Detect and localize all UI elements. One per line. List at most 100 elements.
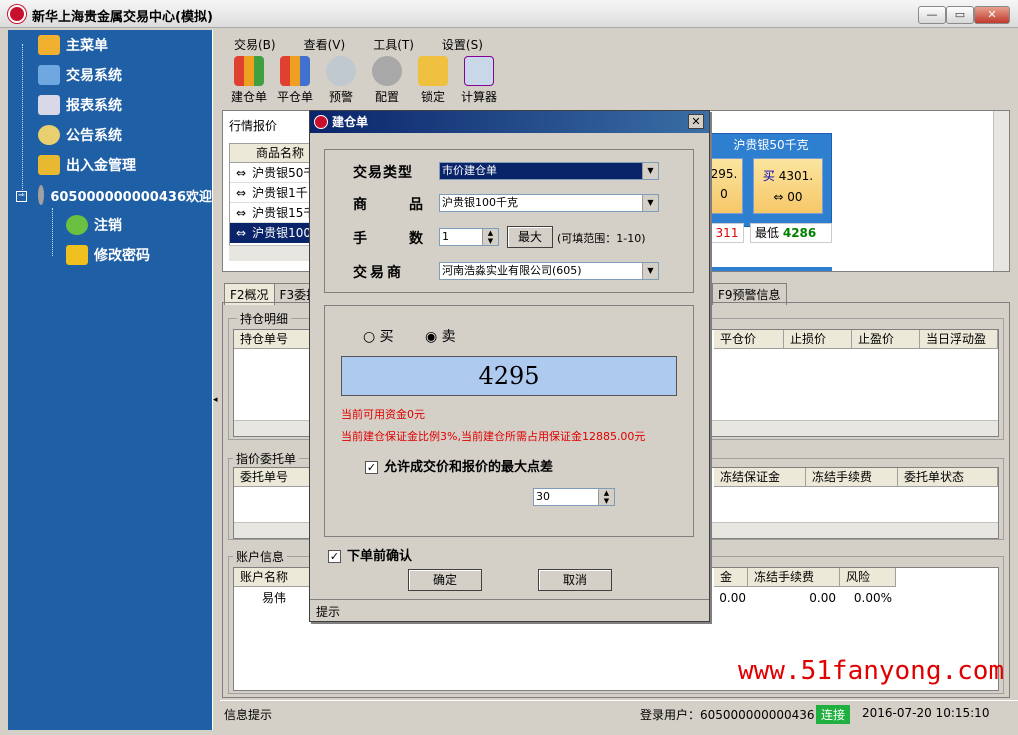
lock-button[interactable]: 锁定 [410,56,456,108]
calculator-button[interactable]: 计算器 [456,56,502,108]
checkbox-checked-icon: ✓ [365,461,378,474]
gear-icon [372,56,402,86]
sidebar-item-account[interactable]: 605000000000436欢迎 [38,182,212,208]
menu-settings[interactable]: 设置(S) [436,36,489,54]
order-params-group: 交易类型 市价建仓单 ▼ 商 品 沪贵银100千克 ▼ 手 数 1 ▲ ▼ 最大 (可填… [324,149,694,293]
bar-chart-add-icon [234,56,264,86]
quote-row[interactable]: ⇔ 沪贵银1千 [230,183,312,203]
holdings-title: 持仓明细 [237,310,292,327]
trade-type-label: 交易类型 [353,165,413,181]
bar-chart-remove-icon [280,56,310,86]
key-icon [66,245,88,265]
chevron-down-icon: ▼ [642,263,658,279]
sidebar-collapse-handle[interactable]: ◂ [212,30,220,730]
title-bar: 新华上海贵金属交易中心(模拟) — ▭ ✕ [0,0,1018,28]
radio-unchecked-icon: ○ [363,329,376,345]
lock-icon [418,56,448,86]
menu-trade[interactable]: 交易(B) [228,36,282,54]
chat-icon [38,125,60,145]
trade-type-select[interactable]: 市价建仓单 ▼ [439,162,659,180]
account-col-header: 金 [714,568,748,587]
status-connection-badge: 连接 [816,705,851,724]
account-cell: 0.00 [809,591,836,605]
account-title: 账户信息 [233,548,288,565]
cancel-button[interactable]: 取消 [538,569,612,591]
account-name-cell: 易伟 [261,591,286,605]
menu-tools[interactable]: 工具(T) [367,36,420,54]
quote-row[interactable]: ⇔ 沪贵银15千 [230,203,312,223]
user-icon [66,215,88,235]
orders-col-header: 冻结保证金 [714,468,806,487]
max-quantity-button[interactable]: 最大 [507,226,553,248]
open-position-button[interactable]: 建仓单 [226,56,272,108]
quote-row-selected[interactable]: ⇔ 沪贵银100 [230,223,312,243]
swap-icon: ⇔ [236,166,247,180]
sidebar-item-logout[interactable]: 注销 [66,212,122,238]
product-label: 商 品 [353,197,437,213]
status-login-user: 登录用户：605000000000436 [640,708,815,722]
alert-button[interactable]: 预警 [318,56,364,108]
price-group: ○ 买 ◉ 卖 4295 当前可用资金0元 当前建仓保证金比例3%,当前建仓所需… [324,305,694,537]
window-title: 新华上海贵金属交易中心(模拟) [32,10,213,25]
config-button[interactable]: 配置 [364,56,410,108]
quantity-label: 手 数 [353,231,437,247]
spinner-icon[interactable]: ▲ ▼ [482,229,498,245]
watermark: www.51fanyong.com [738,656,1005,686]
sell-quote-button[interactable]: 295. 0 [705,158,743,214]
close-button[interactable]: ✕ [974,6,1010,24]
quotes-horizontal-scrollbar[interactable] [229,245,309,261]
close-position-button[interactable]: 平仓单 [272,56,318,108]
available-funds-message: 当前可用资金0元 [341,408,425,421]
collapse-tree-icon[interactable]: − [16,191,27,202]
sidebar-item-trading[interactable]: 交易系统 [38,62,122,88]
holdings-col-header: 平仓价 [714,330,784,349]
chart-icon [38,95,60,115]
buy-quote-button[interactable]: 买 4301. ⇔ 00 [753,158,823,214]
margin-message: 当前建仓保证金比例3%,当前建仓所需占用保证金12885.00元 [341,430,646,443]
product-select[interactable]: 沪贵银100千克 ▼ [439,194,659,212]
cup-icon [38,185,45,205]
home-icon [38,35,60,55]
quote-card: 沪贵银50千克 295. 0 买 4301. ⇔ 00 [705,133,832,227]
account-col-header: 风险 [840,568,896,587]
menu-view[interactable]: 查看(V) [298,36,352,54]
quotes-col-header: 商品名称 [230,144,312,163]
quantity-stepper[interactable]: 1 ▲ ▼ [439,228,499,246]
orders-col-header: 委托单状态 [898,468,998,487]
sidebar-item-main-menu[interactable]: 主菜单 [38,32,108,58]
orders-title: 指价委托单 [233,450,300,467]
quotes-panel-title: 行情报价 [229,119,278,133]
chevron-down-icon: ▼ [642,195,658,211]
sell-radio[interactable]: ◉ 卖 [425,326,456,346]
checkbox-checked-icon: ✓ [328,550,341,563]
quantity-range: (可填范围：1-10) [557,232,646,245]
sidebar-item-reports[interactable]: 报表系统 [38,92,122,118]
account-col-header: 冻结手续费 [748,568,840,587]
confirm-before-order-checkbox[interactable]: ✓ 下单前确认 [328,545,412,564]
allow-spread-checkbox[interactable]: ✓ 允许成交价和报价的最大点差 [365,456,553,475]
dialog-title-bar: 建仓单 ✕ [310,111,709,133]
ok-button[interactable]: 确定 [408,569,482,591]
radio-checked-icon: ◉ [425,329,438,345]
app-logo-icon [8,5,26,23]
sidebar: 主菜单 交易系统 报表系统 公告系统 出入金管理 − 6050000000004… [8,30,212,730]
swap-icon: ⇔ [773,190,784,204]
status-info: 信息提示 [224,708,273,722]
sidebar-item-change-password[interactable]: 修改密码 [66,242,150,268]
account-col-header: 账户名称 [234,568,314,587]
spinner-icon[interactable]: ▲ ▼ [598,489,614,505]
maximize-button[interactable]: ▭ [946,6,974,24]
quote-row[interactable]: ⇔ 沪贵银50千 [230,163,312,183]
sidebar-item-announcements[interactable]: 公告系统 [38,122,122,148]
menu-bar: 交易(B) 查看(V) 工具(T) 设置(S) [228,36,489,54]
dealer-select[interactable]: 河南浩淼实业有限公司(605) ▼ [439,262,659,280]
buy-radio[interactable]: ○ 买 [363,326,394,346]
holdings-col-header: 止损价 [784,330,852,349]
minimize-button[interactable]: — [918,6,946,24]
dialog-close-button[interactable]: ✕ [688,114,704,129]
speaker-icon [326,56,356,86]
quotes-vertical-scrollbar[interactable] [993,111,1009,271]
monitor-icon [38,65,60,85]
spread-stepper[interactable]: 30 ▲ ▼ [533,488,615,506]
sidebar-item-funds[interactable]: 出入金管理 [38,152,136,178]
